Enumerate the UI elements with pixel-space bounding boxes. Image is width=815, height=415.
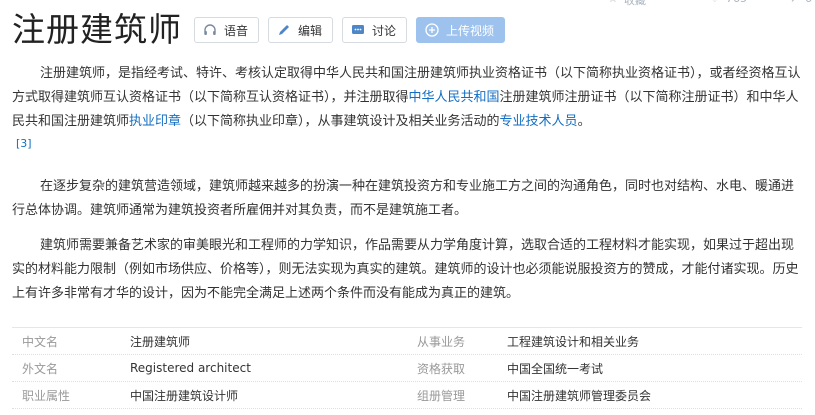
info-row: 职业属性 中国注册建筑设计师 组册管理 中国注册建筑师管理委员会 [12, 382, 802, 409]
paragraph-2: 在逐步复杂的建筑营造领域，建筑师越来越多的扮演一种在建筑投资方和专业施工方之间的… [12, 179, 795, 218]
edit-label: 编辑 [298, 23, 323, 38]
share-icon[interactable]: ↗ [790, 0, 799, 6]
paragraph-3: 建筑师需要兼备艺术家的审美眼光和工程师的力学知识，作品需要从力学角度计算，选取合… [12, 238, 799, 301]
paragraph-1-text-c: （以下简称执业印章），从事建筑设计及相关业务活动的 [181, 114, 500, 129]
info-value: 中国注册建筑师管理委员会 [507, 388, 652, 403]
comment-icon [351, 23, 365, 37]
info-value: 中国注册建筑设计师 [130, 388, 239, 403]
discuss-label: 讨论 [372, 23, 397, 38]
like-count: 765 [726, 0, 747, 6]
upload-video-button[interactable]: 上传视频 [416, 17, 506, 43]
info-key: 职业属性 [22, 388, 71, 403]
info-key: 外文名 [22, 361, 59, 376]
like-icon[interactable]: ♡ [710, 0, 720, 6]
link-practice-seal[interactable]: 执业印章 [129, 114, 181, 129]
top-action-bar: ☆ 收藏 ♡ 765 ↗ 6 [600, 0, 815, 8]
favorite-icon[interactable]: ☆ [608, 0, 618, 6]
info-value: 中国全国统一考试 [507, 361, 604, 376]
paragraph-1-text-d: 。 [577, 114, 591, 129]
upload-video-label: 上传视频 [446, 23, 495, 38]
info-key: 中文名 [22, 334, 59, 349]
plus-circle-icon [425, 23, 439, 37]
paragraph-1: 注册建筑师，是指经考试、特许、考核认定取得中华人民共和国注册建筑师执业资格证书（… [12, 62, 802, 134]
info-value: 注册建筑师 [130, 334, 191, 349]
link-professional-staff[interactable]: 专业技术人员 [500, 114, 578, 129]
info-key: 资格获取 [417, 361, 466, 376]
headphones-icon [203, 23, 217, 37]
basic-info-table: 中文名 注册建筑师 从事业务 工程建筑设计和相关业务 外文名 Registere… [12, 327, 802, 409]
voice-button[interactable]: 语音 [194, 17, 260, 43]
voice-label: 语音 [224, 23, 249, 38]
reference-3[interactable]: [3] [16, 132, 32, 156]
edit-button[interactable]: 编辑 [268, 17, 334, 43]
info-value: 工程建筑设计和相关业务 [507, 334, 640, 349]
info-row: 中文名 注册建筑师 从事业务 工程建筑设计和相关业务 [12, 328, 802, 355]
info-row: 外文名 Registered architect 资格获取 中国全国统一考试 [12, 355, 802, 382]
share-count: 6 [805, 0, 812, 6]
info-key: 从事业务 [417, 334, 466, 349]
discuss-button[interactable]: 讨论 [342, 17, 408, 43]
page-title: 注册建筑师 [12, 10, 182, 49]
info-value: Registered architect [130, 361, 251, 375]
favorite-label[interactable]: 收藏 [624, 0, 646, 7]
link-prc[interactable]: 中华人民共和国 [409, 90, 500, 105]
info-key: 组册管理 [417, 388, 466, 403]
title-row: 注册建筑师 语音 编辑 讨论 上传视频 [12, 10, 514, 50]
pencil-icon [277, 23, 291, 37]
